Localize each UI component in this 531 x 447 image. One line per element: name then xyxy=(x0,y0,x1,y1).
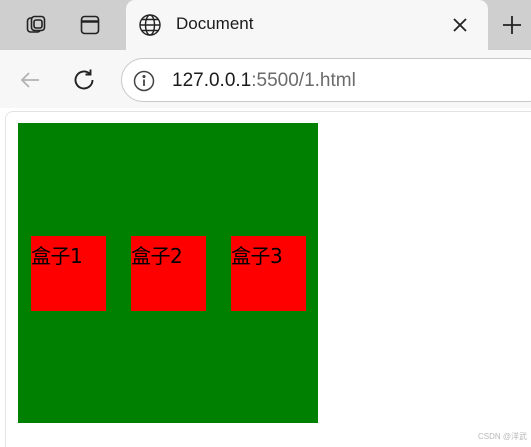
url-text: 127.0.0.1:5500/1.html xyxy=(172,70,356,92)
back-arrow-icon xyxy=(20,72,39,88)
plus-icon xyxy=(503,16,521,34)
child-box-1: 盒子1 xyxy=(31,236,106,311)
back-button[interactable] xyxy=(14,64,46,96)
child-box-2: 盒子2 xyxy=(131,236,206,311)
watermark: CSDN @洋武 xyxy=(477,432,527,441)
url-path: :5500/1.html xyxy=(251,70,356,91)
new-tab-button[interactable] xyxy=(496,10,528,40)
tab-strip: Document xyxy=(0,0,531,50)
tab-title: Document xyxy=(176,14,254,33)
url-host: 127.0.0.1 xyxy=(172,70,252,91)
workspaces-icon[interactable] xyxy=(18,7,54,43)
browser-window: Document 127.0.0.1:5500/1.html 盒子1 盒子2 盒… xyxy=(0,0,531,447)
close-tab-button[interactable] xyxy=(448,13,472,37)
refresh-icon xyxy=(74,69,94,90)
active-tab[interactable]: Document xyxy=(126,0,488,50)
info-icon[interactable] xyxy=(132,69,156,93)
address-bar[interactable]: 127.0.0.1:5500/1.html xyxy=(121,58,531,102)
outer-box: 盒子1 盒子2 盒子3 xyxy=(18,123,318,423)
refresh-button[interactable] xyxy=(68,64,100,96)
globe-icon xyxy=(138,13,162,37)
toolbar: 127.0.0.1:5500/1.html xyxy=(0,50,531,108)
close-icon xyxy=(453,18,467,32)
child-box-3: 盒子3 xyxy=(231,236,306,311)
tab-actions-icon[interactable] xyxy=(72,7,108,43)
